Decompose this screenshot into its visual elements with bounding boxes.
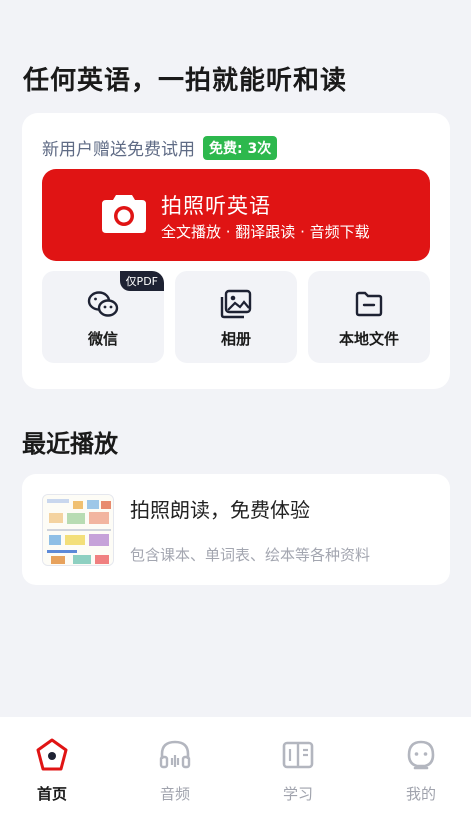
- tab-audio[interactable]: 音频: [116, 737, 234, 804]
- home-icon: [36, 738, 68, 771]
- album-icon: [220, 289, 252, 319]
- album-label: 相册: [220, 330, 251, 348]
- tab-study-label: 学习: [282, 785, 313, 803]
- book-icon: [282, 741, 314, 769]
- promo-row: 新用户赠送免费试用 免费: 3次: [42, 135, 278, 160]
- home-screen: 任何英语，一拍就能听和读 新用户赠送免费试用 免费: 3次 拍照听英语 全文播放…: [0, 0, 471, 823]
- promo-text: 新用户赠送免费试用: [42, 140, 195, 160]
- wechat-icon: [87, 291, 119, 317]
- tab-study[interactable]: 学习: [239, 737, 357, 804]
- bottom-tab-bar: 首页 音频 学习 我的: [0, 717, 471, 823]
- tab-home-label: 首页: [36, 785, 67, 803]
- recent-thumbnail: [42, 494, 114, 566]
- tab-audio-label: 音频: [159, 785, 190, 803]
- recent-list-item[interactable]: 拍照朗读，免费体验 包含课本、单词表、绘本等各种资料: [22, 474, 450, 585]
- wechat-label: 微信: [87, 330, 118, 348]
- capture-card: 新用户赠送免费试用 免费: 3次 拍照听英语 全文播放 · 翻译跟读 · 音频下…: [22, 113, 450, 389]
- camera-icon: [102, 195, 146, 233]
- headphones-icon: [159, 740, 191, 769]
- recent-item-subtitle: 包含课本、单词表、绘本等各种资料: [130, 546, 371, 564]
- import-local-file-button[interactable]: 本地文件: [308, 271, 430, 363]
- free-trial-badge: 免费: 3次: [203, 135, 278, 160]
- folder-icon: [355, 291, 383, 317]
- photo-listen-button[interactable]: 拍照听英语 全文播放 · 翻译跟读 · 音频下载: [42, 169, 430, 261]
- photo-listen-title: 拍照听英语: [161, 194, 271, 218]
- photo-listen-subtitle: 全文播放 · 翻译跟读 · 音频下载: [161, 223, 370, 241]
- local-file-label: 本地文件: [338, 330, 399, 348]
- pdf-only-badge: 仅PDF: [119, 271, 164, 291]
- recent-section-title: 最近播放: [22, 430, 118, 458]
- profile-icon: [407, 740, 435, 770]
- tab-profile[interactable]: 我的: [362, 737, 471, 804]
- tab-home[interactable]: 首页: [0, 737, 111, 804]
- import-wechat-button[interactable]: 仅PDF 微信: [42, 271, 164, 363]
- recent-item-title: 拍照朗读，免费体验: [130, 498, 310, 522]
- tab-profile-label: 我的: [405, 785, 436, 803]
- import-album-button[interactable]: 相册: [175, 271, 297, 363]
- hero-title: 任何英语，一拍就能听和读: [23, 66, 348, 96]
